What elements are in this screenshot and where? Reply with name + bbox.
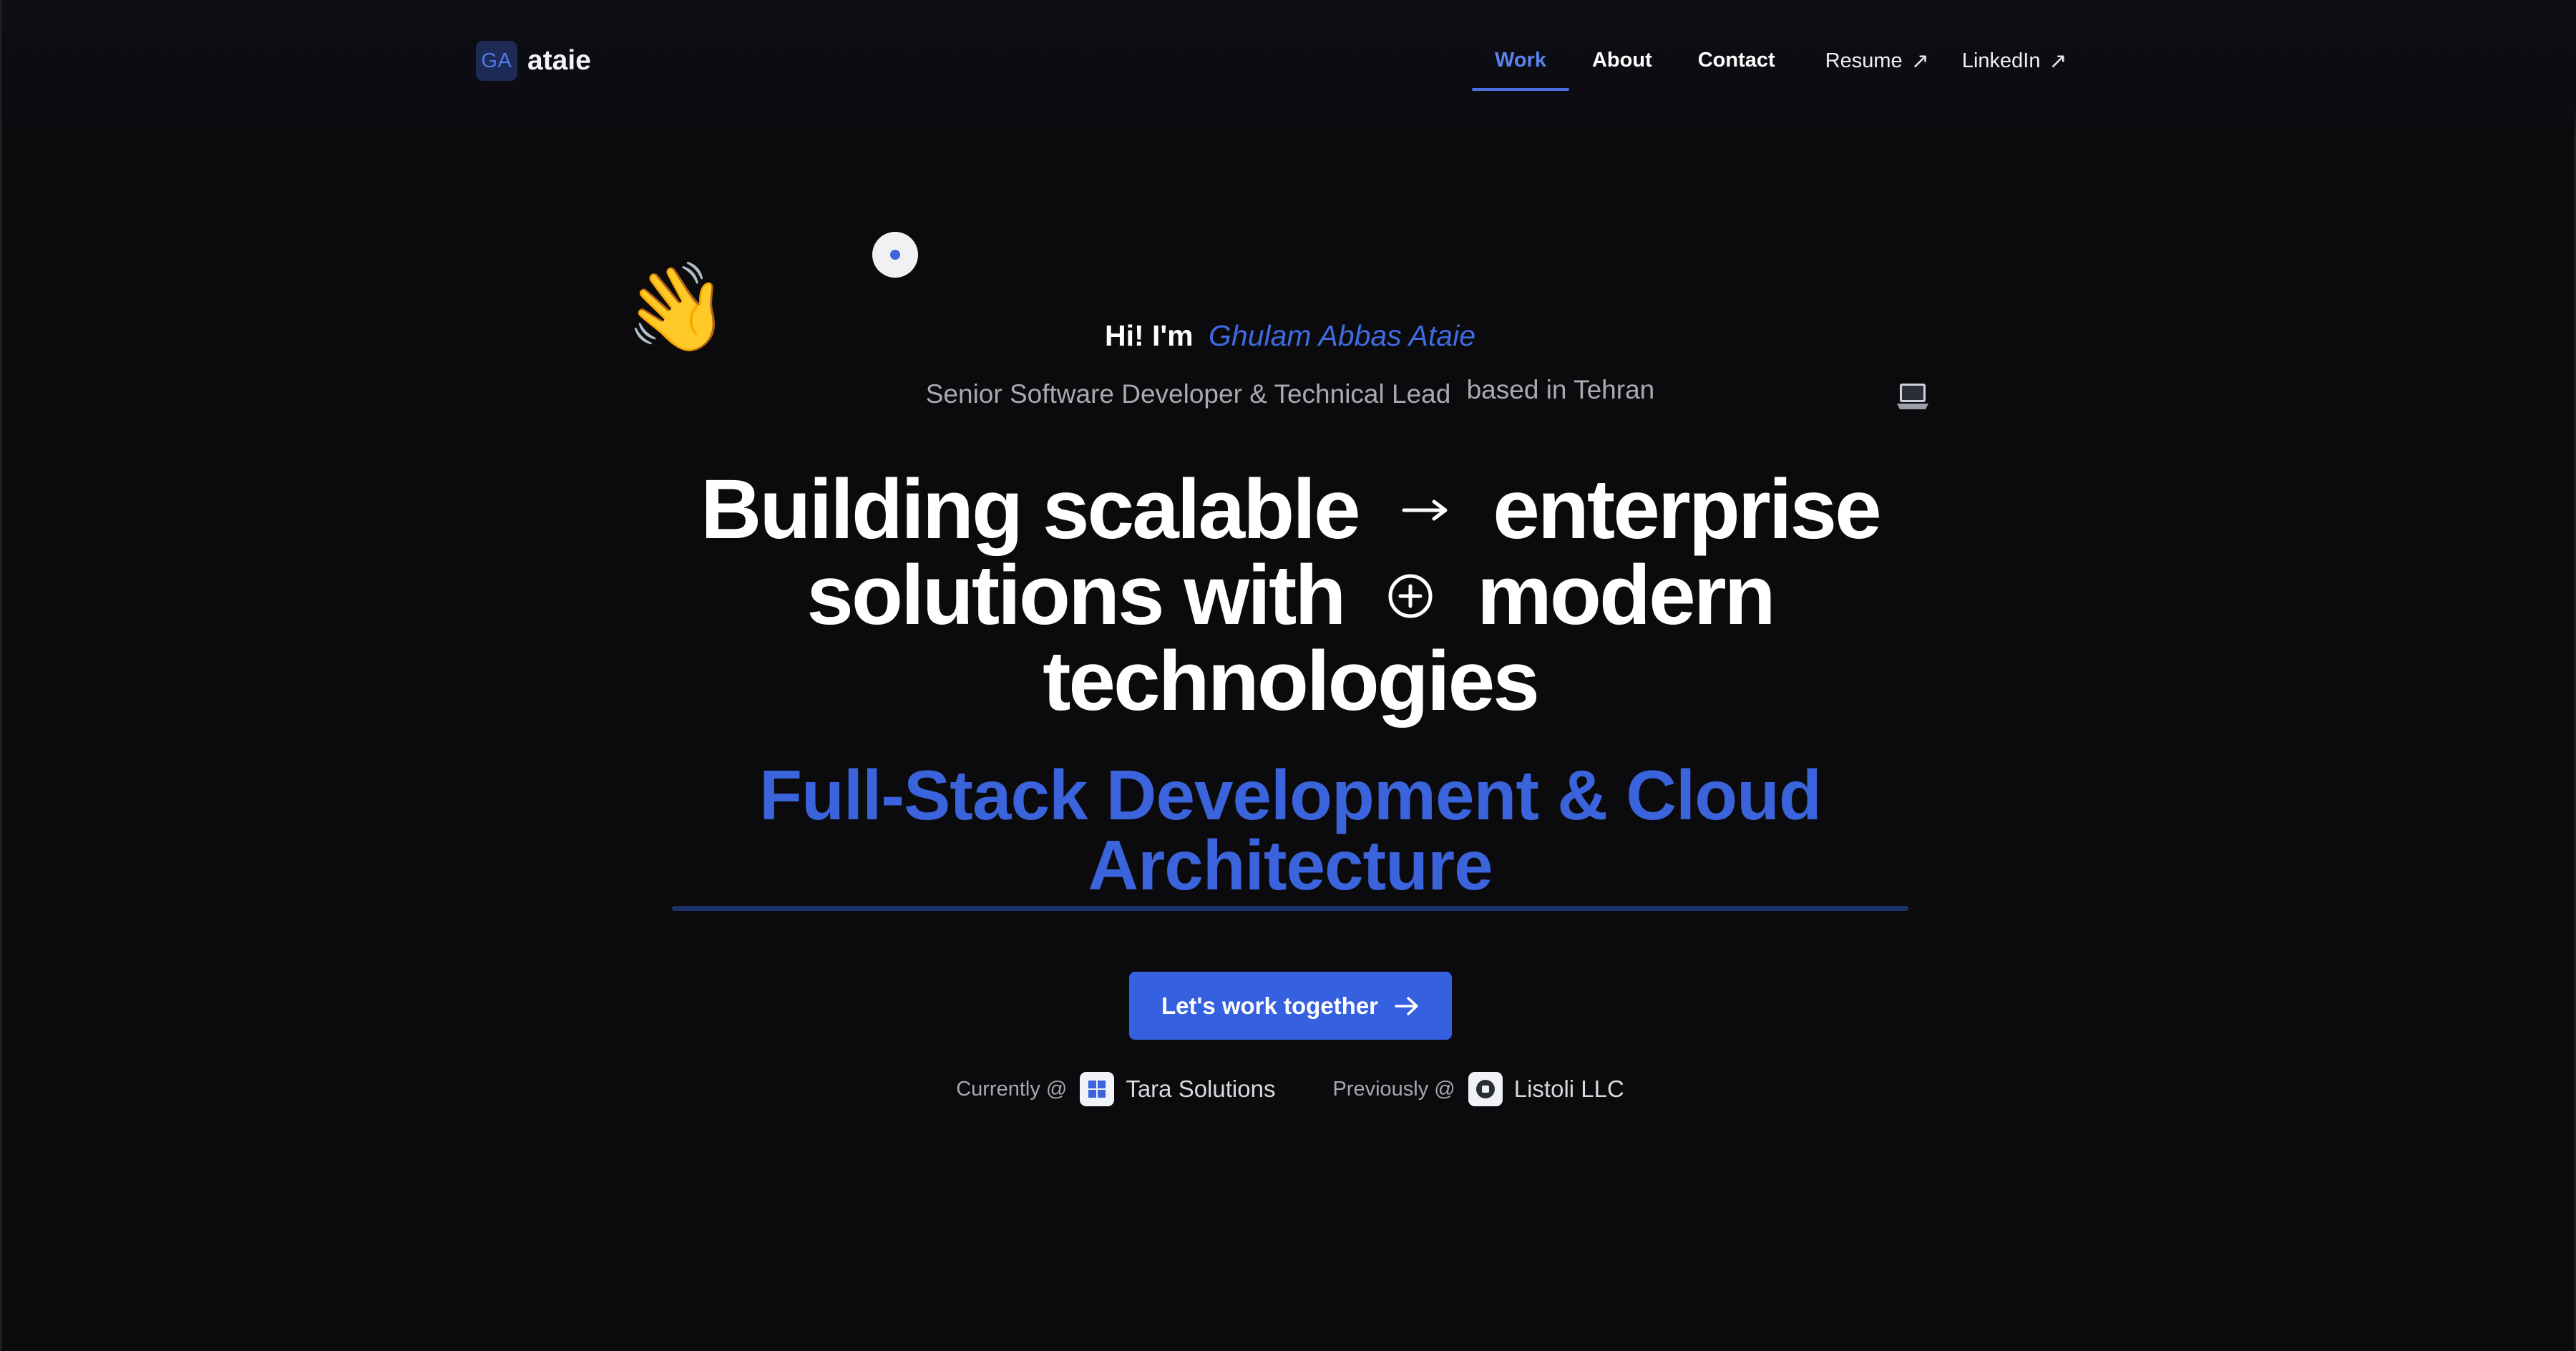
plus-circle-icon [1388, 574, 1433, 618]
nav-resume-link[interactable]: Resume ↗ [1825, 43, 1929, 92]
tagline-underline [672, 906, 1908, 911]
greeting-name: Ghulam Abbas Ataie [1209, 319, 1476, 352]
greeting-prefix: Hi! I'm [1104, 319, 1194, 352]
arrow-up-right-icon: ↗ [1911, 49, 1929, 73]
headline-line-2a: solutions with [806, 548, 1346, 643]
headline-line-1a: Building scalable [701, 462, 1360, 557]
hero-subtitle: Senior Software Developer & Technical Le… [2, 375, 2576, 409]
nav-linkedin-label: LinkedIn [1961, 49, 2041, 72]
current-employer: Currently @ Tara Solutions [956, 1072, 1275, 1106]
brand-name: ataie [527, 45, 591, 76]
arrow-right-icon [1402, 499, 1448, 521]
arrow-up-right-icon: ↗ [2049, 49, 2067, 73]
previous-label: Previously @ [1332, 1077, 1455, 1101]
main-nav: Work About Contact Resume ↗ LinkedIn ↗ [1472, 43, 2067, 93]
previous-company[interactable]: Listoli LLC [1514, 1076, 1624, 1103]
work-together-button[interactable]: Let's work together [1129, 972, 1452, 1040]
page: GA ataie Work About Contact Resume ↗ Lin… [0, 0, 2576, 1351]
nav-work[interactable]: Work [1472, 43, 1569, 91]
cursor-dot-icon [872, 232, 918, 278]
windows-logo-icon [1080, 1072, 1115, 1106]
cta-label: Let's work together [1161, 992, 1379, 1019]
headline-line-1: Building scalable enterprise [2, 467, 2576, 552]
previous-employer: Previously @ Listoli LLC [1332, 1072, 1624, 1106]
work-history: Currently @ Tara Solutions Previously @ … [2, 1072, 2576, 1106]
current-company[interactable]: Tara Solutions [1126, 1076, 1275, 1103]
hero-headline: Building scalable enterprise solutions w… [2, 467, 2576, 724]
brand-badge: GA [476, 41, 517, 81]
nav-contact[interactable]: Contact [1675, 43, 1798, 91]
record-circle-icon [1468, 1072, 1503, 1106]
role-text: Senior Software Developer & Technical Le… [925, 379, 1451, 409]
location-text: based in Tehran [1466, 375, 1655, 404]
nav-about[interactable]: About [1569, 43, 1675, 91]
hero-greeting: Hi! I'm Ghulam Abbas Ataie [2, 319, 2576, 353]
brand-logo[interactable]: GA ataie [476, 41, 591, 81]
current-label: Currently @ [956, 1077, 1068, 1101]
nav-resume-label: Resume [1825, 49, 1903, 72]
tagline-line-2: Architecture [1088, 826, 1493, 904]
nav-linkedin-link[interactable]: LinkedIn ↗ [1962, 43, 2067, 92]
tagline-line-1: Full-Stack Development & Cloud [759, 756, 1822, 834]
headline-line-1b: enterprise [1493, 462, 1882, 557]
headline-line-2: solutions with modern [2, 552, 2576, 638]
headline-line-3: technologies [1043, 634, 1540, 728]
arrow-right-icon [1395, 996, 1418, 1015]
headline-line-2b: modern [1477, 548, 1776, 643]
site-header: GA ataie Work About Contact Resume ↗ Lin… [2, 0, 2576, 135]
hero-tagline: Full-Stack Development & Cloud Architect… [2, 760, 2576, 900]
